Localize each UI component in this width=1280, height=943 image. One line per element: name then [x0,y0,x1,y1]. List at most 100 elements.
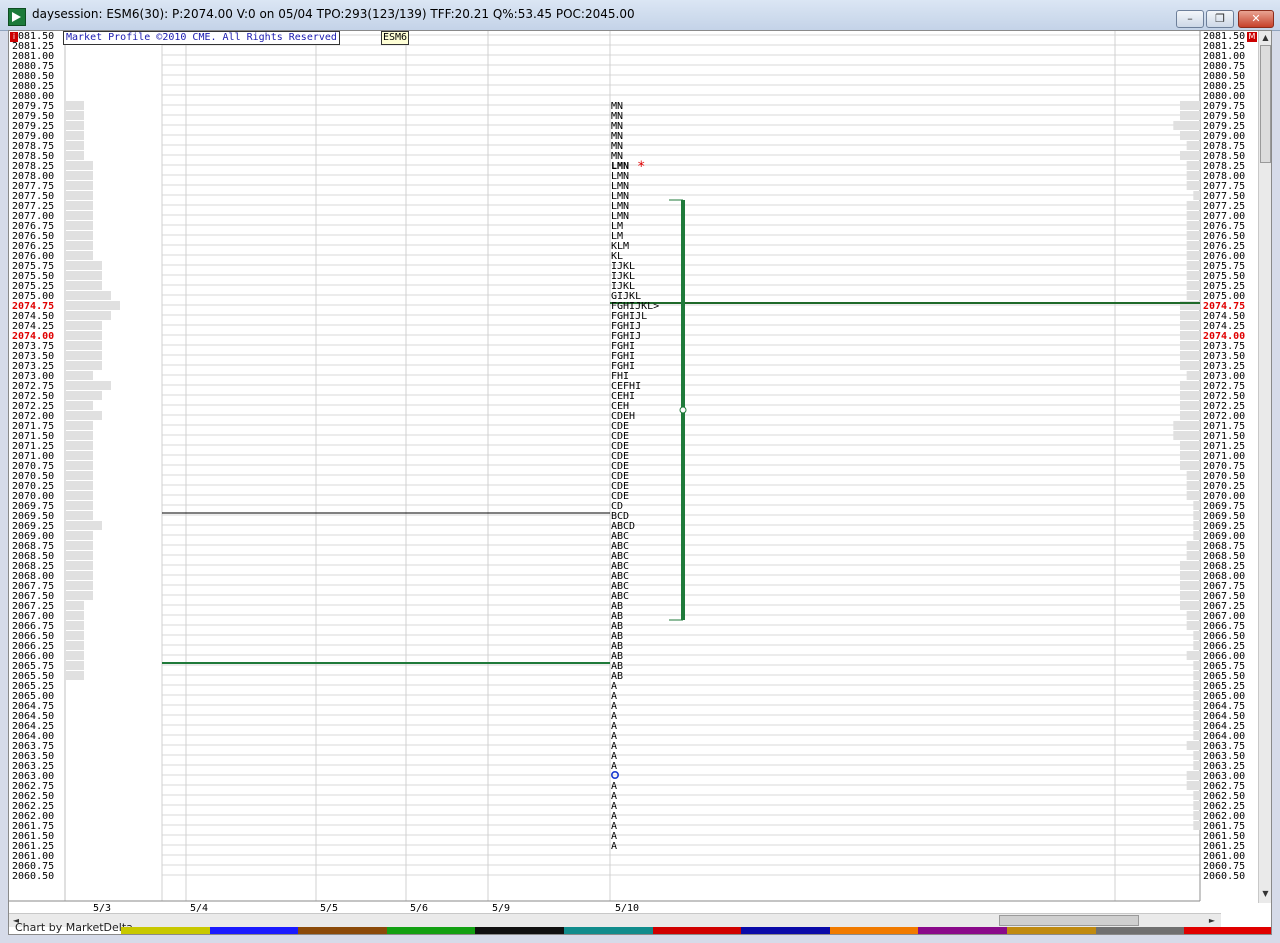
left-volume-bar [66,561,93,570]
right-volume-bar [1193,701,1200,710]
color-strip-segment [1184,927,1271,934]
right-volume-bar [1193,641,1200,650]
right-volume-bar [1186,551,1200,560]
right-volume-bar [1193,631,1200,640]
color-strip-segment [564,927,653,934]
right-volume-bar [1180,101,1200,110]
color-strip-segment [918,927,1008,934]
right-volume-bar [1186,251,1200,260]
left-volume-bar [66,101,84,110]
right-volume-bar [1186,651,1200,660]
left-volume-bar [66,151,84,160]
vertical-scroll-thumb[interactable] [1260,45,1271,163]
tpo-row: A [611,761,617,772]
right-volume-bar [1180,361,1200,370]
color-strip-segment [741,927,830,934]
left-volume-bar [66,461,93,470]
left-volume-bar [66,201,93,210]
horizontal-scrollbar[interactable]: ◄ ► [9,913,1221,927]
right-volume-bar [1193,521,1200,530]
scroll-down-icon[interactable]: ▼ [1259,887,1271,901]
tpo-row: A [611,841,617,852]
right-volume-bar [1180,111,1200,120]
right-volume-bar [1193,691,1200,700]
left-volume-bar [66,551,93,560]
left-volume-bar [66,391,102,400]
right-volume-bar [1186,491,1200,500]
left-volume-bar [66,491,93,500]
session-date-label: 5/3 [93,903,111,913]
color-strip-segment [1095,927,1185,934]
right-volume-bar [1186,161,1200,170]
left-volume-bar [66,381,111,390]
right-volume-bar [1180,391,1200,400]
right-volume-bar [1173,421,1200,430]
right-volume-bar [1186,471,1200,480]
right-info-marker[interactable]: M [1247,32,1257,42]
chart-area[interactable]: 2081.50 2081.50 2081.25 2081.25 2081.00 2081.… [8,30,1272,935]
left-volume-bar [66,351,102,360]
left-volume-bar [66,531,93,540]
left-volume-bar [66,411,102,420]
left-volume-bar [66,281,102,290]
right-volume-bar [1180,411,1200,420]
left-volume-bar [66,601,84,610]
scroll-up-icon[interactable]: ▲ [1259,31,1271,45]
left-volume-bar [66,651,84,660]
minimize-button[interactable]: – [1176,10,1204,28]
right-volume-bar [1193,711,1200,720]
chart-credit: Chart by MarketDelta [15,921,133,934]
left-volume-bar [66,301,120,310]
period-color-strip [121,927,1271,934]
left-volume-bar [66,221,93,230]
value-area-midpoint [679,406,687,414]
left-volume-bar [66,611,84,620]
left-volume-bar [66,371,93,380]
right-volume-bar [1186,781,1200,790]
price-label-left: 2060.50 [12,871,54,882]
right-volume-bar [1186,271,1200,280]
right-volume-bar [1186,211,1200,220]
right-volume-bar [1186,371,1200,380]
right-volume-bar [1193,721,1200,730]
left-volume-bar [66,431,93,440]
left-info-marker[interactable]: i [10,32,18,42]
right-volume-bar [1186,141,1200,150]
left-volume-bar [66,311,111,320]
market-profile-chart[interactable]: 2081.50 2081.502081.25 2081.252081.00 2081.… [9,31,1271,913]
right-volume-bar [1193,801,1200,810]
right-volume-bar [1180,561,1200,570]
right-volume-bar [1193,731,1200,740]
right-volume-bar [1173,431,1200,440]
left-volume-bar [66,621,84,630]
right-volume-bar [1186,231,1200,240]
right-volume-bar [1180,321,1200,330]
left-volume-bar [66,321,102,330]
left-volume-bar [66,421,93,430]
app-icon [8,8,26,26]
vertical-scrollbar[interactable]: ▲ ▼ [1258,31,1271,903]
left-volume-bar [66,261,102,270]
left-volume-bar [66,171,93,180]
right-volume-bar [1186,291,1200,300]
session-date-label: 5/9 [492,903,510,913]
left-volume-bar [66,471,93,480]
right-volume-bar [1193,671,1200,680]
scroll-right-icon[interactable]: ► [1207,914,1217,927]
right-volume-bar [1180,131,1200,140]
maximize-button[interactable]: ❐ [1206,10,1234,28]
left-volume-bar [66,641,84,650]
left-volume-bar [66,521,102,530]
right-volume-bar [1186,611,1200,620]
close-button[interactable]: ✕ [1238,10,1274,28]
left-volume-bar [66,541,93,550]
right-volume-bar [1180,591,1200,600]
right-volume-bar [1180,151,1200,160]
horizontal-scroll-thumb[interactable] [999,915,1139,926]
right-volume-bar [1186,181,1200,190]
color-strip-segment [475,927,565,934]
left-volume-bar [66,631,84,640]
right-volume-bar [1193,811,1200,820]
right-volume-bar [1180,351,1200,360]
right-volume-bar [1180,571,1200,580]
